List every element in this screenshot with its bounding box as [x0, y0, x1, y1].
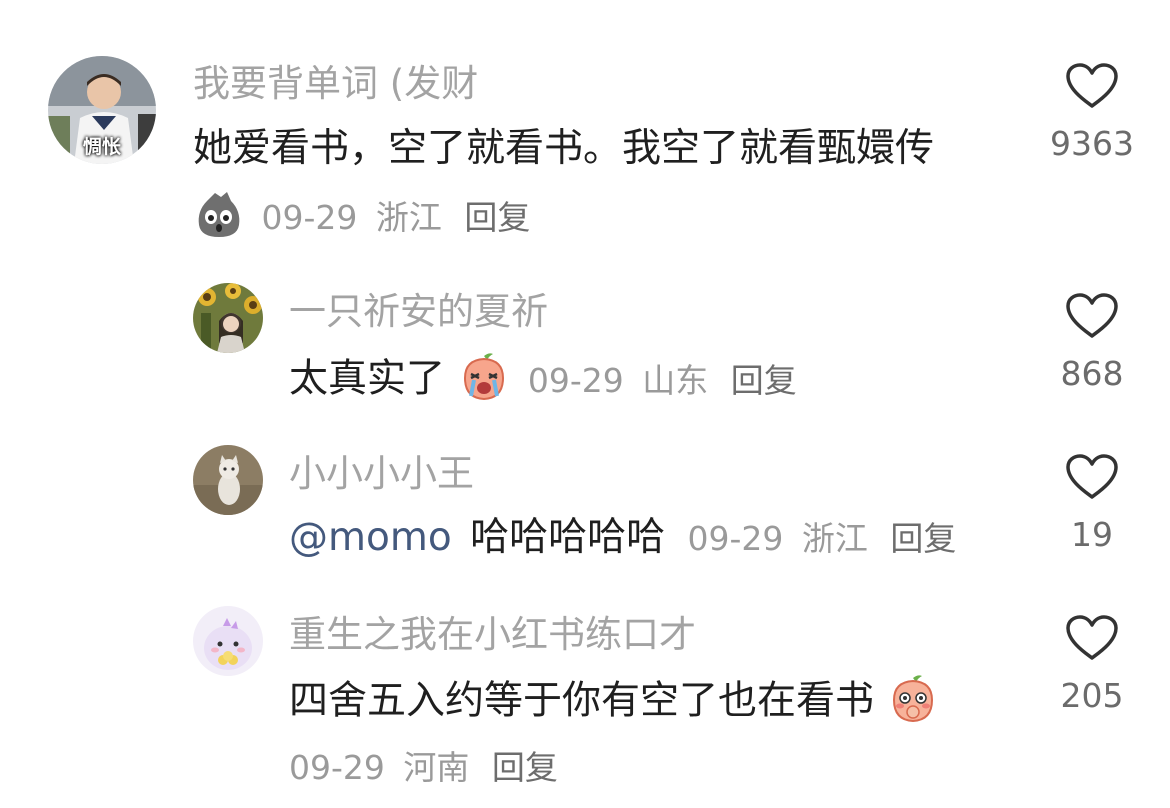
like-count: 205	[1060, 676, 1124, 715]
comment-date: 09-29	[261, 197, 358, 237]
comment-meta: 09-29 河南 回复	[289, 748, 558, 788]
avatar-caption: 惆怅	[82, 136, 121, 158]
comment-username[interactable]: 我要背单词 (发财	[193, 62, 478, 106]
reply-button[interactable]: 回复	[492, 748, 558, 787]
comment-location: 山东	[642, 360, 709, 400]
comment-content-line: 四舍五入约等于你有空了也在看书	[289, 675, 940, 730]
avatar[interactable]	[193, 606, 263, 676]
comment-date: 09-29	[527, 360, 624, 400]
mention-link[interactable]: @momo	[289, 515, 452, 560]
heart-outline-icon	[1066, 293, 1118, 338]
like-button[interactable]: 205	[1032, 614, 1152, 714]
avatar-cartoon-dino	[193, 606, 263, 676]
comment-content-line: @momo 哈哈哈哈哈 09-29 浙江 回复	[289, 515, 956, 562]
comment-meta: 09-29 山东 回复	[524, 361, 797, 400]
comment-location: 浙江	[801, 519, 868, 558]
avatar-cat-photo	[193, 445, 263, 515]
heart-outline-icon	[1066, 615, 1118, 660]
like-count: 868	[1060, 354, 1124, 393]
like-count: 9363	[1050, 124, 1134, 163]
reply-button[interactable]: 回复	[890, 519, 956, 558]
avatar[interactable]	[193, 283, 263, 353]
reply-button[interactable]: 回复	[731, 361, 797, 400]
blushing-peach-emoji	[886, 672, 940, 726]
ghost-bag-emoji	[193, 189, 245, 241]
comment-content[interactable]: 哈哈哈哈哈	[470, 515, 665, 560]
comment-location: 河南	[403, 748, 470, 787]
comment-location: 浙江	[375, 197, 442, 237]
comment-content[interactable]: 太真实了	[289, 357, 445, 402]
reply-button[interactable]: 回复	[464, 198, 530, 237]
avatar[interactable]: 惆怅	[48, 56, 156, 164]
crying-peach-emoji	[457, 350, 511, 404]
comment-date: 09-29	[289, 748, 385, 787]
avatar[interactable]	[193, 445, 263, 515]
like-button[interactable]: 868	[1032, 292, 1152, 392]
like-count: 19	[1071, 515, 1113, 554]
like-button[interactable]: 19	[1032, 453, 1152, 553]
comment-content[interactable]: 四舍五入约等于你有空了也在看书	[289, 679, 874, 724]
comment-meta: 09-29 浙江 回复	[193, 192, 530, 245]
like-button[interactable]: 9363	[1032, 62, 1152, 162]
heart-outline-icon	[1066, 454, 1118, 499]
heart-outline-icon	[1066, 63, 1118, 108]
comment-content[interactable]: 她爱看书，空了就看书。我空了就看甄嬛传	[193, 126, 934, 173]
comment-username[interactable]: 一只祈安的夏祈	[289, 290, 548, 334]
comment-date: 09-29	[687, 519, 784, 558]
comment-content-line: 太真实了 09-29 山东 回复	[289, 353, 797, 408]
comment-username[interactable]: 小小小小王	[289, 452, 474, 496]
comment-username[interactable]: 重生之我在小红书练口才	[289, 613, 696, 657]
comment-meta: 09-29 浙江 回复	[678, 519, 957, 558]
avatar-sunflower-photo	[193, 283, 263, 353]
